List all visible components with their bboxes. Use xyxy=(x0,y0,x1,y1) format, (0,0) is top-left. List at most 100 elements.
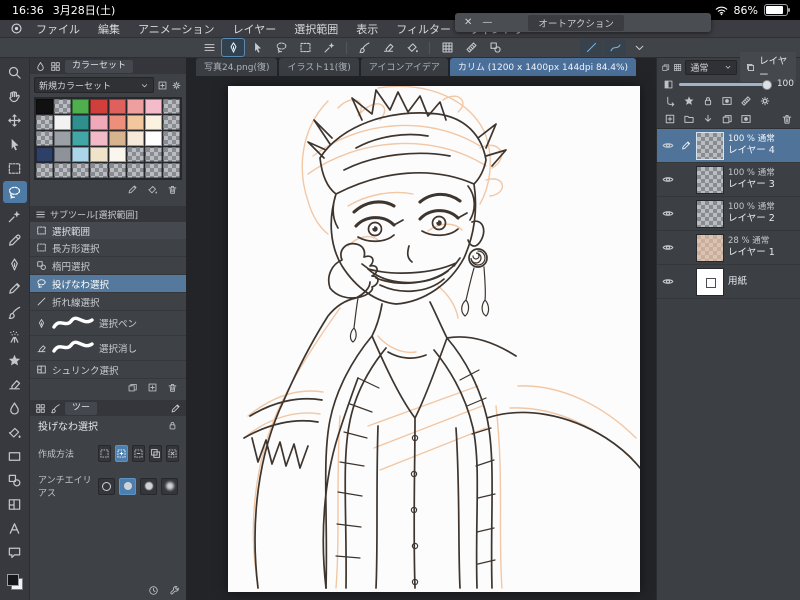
delete-subtool-icon[interactable] xyxy=(167,382,178,393)
document-tab[interactable]: イラスト11(復) xyxy=(279,58,359,76)
menu-selection[interactable]: 選択範囲 xyxy=(285,21,347,37)
eraser-icon[interactable] xyxy=(377,39,399,56)
panel-menu-icon[interactable] xyxy=(35,209,46,220)
replace-swatch-icon[interactable] xyxy=(147,184,158,195)
color-swatch[interactable] xyxy=(108,131,126,146)
color-swatch[interactable] xyxy=(54,99,72,114)
color-swatch[interactable] xyxy=(162,131,180,146)
subtool-selection-eraser[interactable]: 選択消し xyxy=(30,336,186,361)
airbrush-tool[interactable] xyxy=(3,325,27,347)
color-swatch[interactable] xyxy=(36,147,54,162)
antialias-strong[interactable] xyxy=(161,477,178,495)
menu-file[interactable]: ファイル xyxy=(27,21,89,37)
color-swatch[interactable] xyxy=(54,115,72,130)
operation-icon[interactable] xyxy=(246,39,268,56)
color-swatch[interactable] xyxy=(54,131,72,146)
edit-property-icon[interactable] xyxy=(170,403,181,414)
auto-select-tool[interactable] xyxy=(3,205,27,227)
frame-border-tool[interactable] xyxy=(3,493,27,515)
document-tab[interactable]: 写真24.png(復) xyxy=(196,58,278,76)
layer-thumbnail[interactable] xyxy=(696,199,724,228)
decoration-tool[interactable] xyxy=(3,349,27,371)
color-swatch[interactable] xyxy=(126,115,144,130)
layer-row[interactable]: 用紙 xyxy=(657,265,800,299)
close-icon[interactable]: ✕ xyxy=(464,17,472,28)
sub-tool-group[interactable]: 選択範囲 xyxy=(30,222,186,239)
operation-tool[interactable] xyxy=(3,133,27,155)
menu-filter[interactable]: フィルター xyxy=(387,21,460,37)
gradient-tool[interactable] xyxy=(3,445,27,467)
subtool-rectangle-select[interactable]: 長方形選択 xyxy=(30,239,186,257)
pen-tool[interactable] xyxy=(3,253,27,275)
color-swatch[interactable] xyxy=(126,147,144,162)
color-swatch[interactable] xyxy=(72,163,90,178)
color-swatch[interactable] xyxy=(144,115,162,130)
ruler-icon[interactable] xyxy=(460,39,482,56)
color-swatch[interactable] xyxy=(162,163,180,178)
color-set-dropdown[interactable]: 新規カラーセット xyxy=(34,77,154,93)
color-swatch[interactable] xyxy=(36,115,54,130)
brush-icon[interactable] xyxy=(353,39,375,56)
layer-mask-icon[interactable] xyxy=(740,113,752,125)
color-swatch[interactable] xyxy=(90,163,108,178)
tab-tool-property[interactable]: ツー xyxy=(65,401,98,415)
layer-row[interactable]: 100 % 通常 レイヤー 3 xyxy=(657,163,800,197)
exclude-selection-mode[interactable] xyxy=(166,445,179,462)
hand-tool[interactable] xyxy=(3,85,27,107)
color-swatch[interactable] xyxy=(36,131,54,146)
menu-view[interactable]: 表示 xyxy=(347,21,387,37)
copy-subtool-icon[interactable] xyxy=(127,382,138,393)
color-swatch[interactable] xyxy=(162,115,180,130)
layer-visibility-icon[interactable] xyxy=(660,173,676,186)
blend-tool[interactable] xyxy=(3,397,27,419)
new-folder-icon[interactable] xyxy=(683,113,695,125)
antialias-middle[interactable] xyxy=(140,477,157,495)
layer-thumbnail[interactable] xyxy=(696,233,724,262)
subtool-shrink-select[interactable]: シュリンク選択 xyxy=(30,361,186,379)
color-swatch[interactable] xyxy=(108,115,126,130)
color-swatch[interactable] xyxy=(90,147,108,162)
text-tool[interactable] xyxy=(3,517,27,539)
layer-visibility-icon[interactable] xyxy=(660,241,676,254)
color-swatch[interactable] xyxy=(90,131,108,146)
color-swatch[interactable] xyxy=(162,147,180,162)
transfer-layer-icon[interactable] xyxy=(702,113,714,125)
blend-mode-dropdown[interactable]: 通常 xyxy=(685,59,738,75)
add-color-set-icon[interactable] xyxy=(157,80,168,91)
ruler-icon[interactable] xyxy=(740,95,752,107)
color-swatch[interactable] xyxy=(72,147,90,162)
layer-row[interactable]: 100 % 通常 レイヤー 4 xyxy=(657,129,800,163)
panel-grid-icon[interactable] xyxy=(673,62,682,73)
color-swatch[interactable] xyxy=(108,99,126,114)
canvas[interactable] xyxy=(228,86,640,592)
main-sub-color-chips[interactable] xyxy=(6,574,23,590)
color-set-settings-icon[interactable] xyxy=(171,80,182,91)
color-swatch[interactable] xyxy=(72,131,90,146)
antialias-weak[interactable] xyxy=(119,477,136,495)
delete-layer-icon[interactable] xyxy=(781,113,793,125)
reference-layer-icon[interactable] xyxy=(683,95,695,107)
color-swatch[interactable] xyxy=(72,99,90,114)
color-swatch[interactable] xyxy=(90,99,108,114)
add-selection-mode[interactable] xyxy=(115,445,128,462)
antialias-none[interactable] xyxy=(98,477,115,495)
merge-layer-icon[interactable] xyxy=(721,113,733,125)
pencil-tool[interactable] xyxy=(3,277,27,299)
color-swatch[interactable] xyxy=(126,163,144,178)
snap-line-icon[interactable] xyxy=(580,39,602,56)
wrench-icon[interactable] xyxy=(169,585,180,596)
color-swatch[interactable] xyxy=(126,99,144,114)
color-swatch[interactable] xyxy=(144,131,162,146)
lasso-tool[interactable] xyxy=(2,181,27,203)
figure-tool[interactable] xyxy=(3,469,27,491)
intersect-selection-mode[interactable] xyxy=(149,445,162,462)
color-swatch[interactable] xyxy=(36,99,54,114)
auto-select-icon[interactable] xyxy=(318,39,340,56)
layer-settings-icon[interactable] xyxy=(759,95,771,107)
lasso-icon[interactable] xyxy=(270,39,292,56)
layer-visibility-icon[interactable] xyxy=(660,207,676,220)
color-slider-icon[interactable] xyxy=(50,61,61,72)
eyedropper-tool[interactable] xyxy=(3,229,27,251)
new-subtool-icon[interactable] xyxy=(147,382,158,393)
color-swatch[interactable] xyxy=(126,131,144,146)
